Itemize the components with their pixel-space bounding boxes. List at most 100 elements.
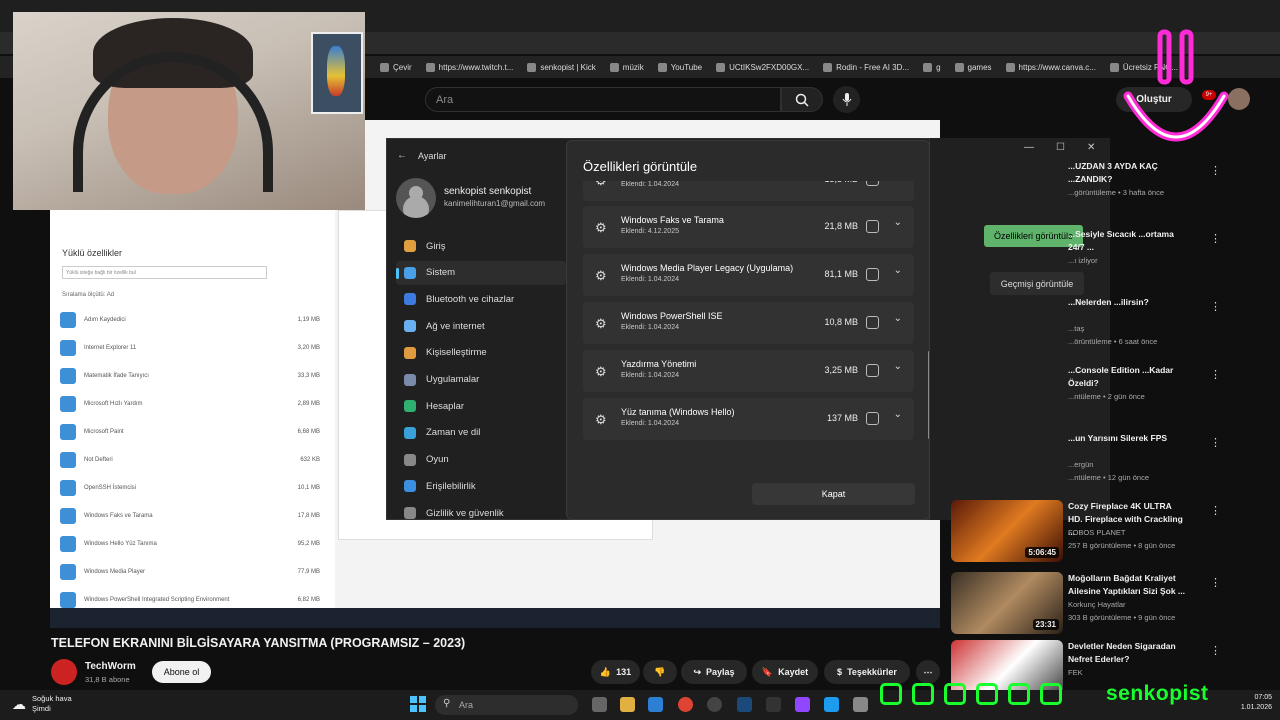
search-input[interactable]: Ara xyxy=(425,87,781,112)
recommendation-item[interactable]: 23:31 Moğolların Bağdat Kraliyet Ailesine… xyxy=(948,572,1280,636)
chevron-down-icon[interactable]: ⌄ xyxy=(894,313,902,324)
dislike-button[interactable]: 👎 xyxy=(643,660,677,684)
nav-item[interactable]: Kişiselleştirme xyxy=(396,341,566,365)
channel-name[interactable]: TechWorm xyxy=(85,661,136,672)
twitch-icon[interactable] xyxy=(795,697,810,712)
more-vert-icon[interactable]: ⋮ xyxy=(1210,504,1221,517)
chevron-down-icon[interactable]: ⌄ xyxy=(894,409,902,420)
feature-checkbox[interactable] xyxy=(866,316,879,329)
minimize-icon[interactable]: — xyxy=(1024,142,1034,158)
channel-avatar[interactable] xyxy=(51,659,77,685)
bookmark-item[interactable]: https://www.twitch.t... xyxy=(425,62,513,72)
nav-item[interactable]: Giriş xyxy=(396,234,566,258)
more-actions-button[interactable]: ⋯ xyxy=(916,660,940,684)
chevron-down-icon[interactable]: ⌄ xyxy=(894,361,902,372)
recommendation-title[interactable]: ...UZDAN 3 AYDA KAÇ ...ZANDIK? xyxy=(1068,160,1188,186)
bookmark-item[interactable]: UCtIKSw2FXD00GX... xyxy=(716,62,809,72)
file-explorer-icon[interactable] xyxy=(620,697,635,712)
steam-icon[interactable] xyxy=(737,697,752,712)
nav-item[interactable]: Bluetooth ve cihazlar xyxy=(396,287,566,311)
app-icon-2[interactable] xyxy=(824,697,839,712)
recommendation-channel[interactable]: Korkunç Hayatlar xyxy=(1068,600,1126,609)
bookmark-item[interactable]: senkopist | Kick xyxy=(527,62,596,72)
recommendation-item[interactable]: ...UZDAN 3 AYDA KAÇ ...ZANDIK? ...görüntü… xyxy=(948,160,1280,224)
chevron-down-icon[interactable]: ⌄ xyxy=(894,217,902,228)
recommendation-title[interactable]: ...un Yarısını Silerek FPS xyxy=(1068,432,1188,445)
feature-checkbox[interactable] xyxy=(866,412,879,425)
bookmark-item[interactable]: https://www.canva.c... xyxy=(1005,62,1096,72)
start-icon[interactable] xyxy=(410,696,426,712)
back-arrow-icon[interactable]: ← xyxy=(397,150,407,161)
modal-scrollbar[interactable] xyxy=(928,351,929,439)
more-vert-icon[interactable]: ⋮ xyxy=(1210,644,1221,657)
nav-item[interactable]: Erişilebilirlik xyxy=(396,474,566,498)
voice-search-button[interactable] xyxy=(833,86,860,113)
save-button[interactable]: 🔖 Kaydet xyxy=(752,660,818,684)
subscribe-button[interactable]: Abone ol xyxy=(152,661,211,683)
more-vert-icon[interactable]: ⋮ xyxy=(1210,300,1221,313)
more-vert-icon[interactable]: ⋮ xyxy=(1210,576,1221,589)
bookmark-item[interactable]: Rodin - Free AI 3D... xyxy=(823,62,909,72)
search-button[interactable] xyxy=(781,87,823,112)
recommendation-item[interactable]: ...Console Edition ...Kadar Özeldi? ...nt… xyxy=(948,364,1280,428)
taskbar-search[interactable]: Ara xyxy=(435,695,578,715)
share-button[interactable]: ↪ Paylaş xyxy=(681,660,747,684)
nav-item[interactable]: Ağ ve internet xyxy=(396,314,566,338)
close-icon[interactable]: ✕ xyxy=(1087,142,1095,158)
feature-checkbox[interactable] xyxy=(866,268,879,281)
chrome-icon[interactable] xyxy=(678,697,693,712)
app-icon[interactable] xyxy=(707,697,722,712)
nav-item[interactable]: Gizlilik ve güvenlik xyxy=(396,501,566,525)
recommendation-title[interactable]: ...Nelerden ...ilirsin? xyxy=(1068,296,1188,309)
nav-item[interactable]: Hesaplar xyxy=(396,394,566,418)
weather-widget[interactable]: Soğuk hava Şimdi xyxy=(32,694,72,714)
bookmark-item[interactable]: YouTube xyxy=(657,62,702,72)
nav-item[interactable]: Sistem xyxy=(396,260,566,285)
feature-checkbox[interactable] xyxy=(866,181,879,186)
bookmark-item[interactable]: müzik xyxy=(609,62,644,72)
nav-item[interactable]: Zaman ve dil xyxy=(396,421,566,445)
more-vert-icon[interactable]: ⋮ xyxy=(1210,368,1221,381)
nav-item[interactable]: Uygulamalar xyxy=(396,368,566,392)
video-thumbnail[interactable]: 23:31 xyxy=(951,572,1063,634)
more-vert-icon[interactable]: ⋮ xyxy=(1210,436,1221,449)
more-vert-icon[interactable]: ⋮ xyxy=(1210,164,1221,177)
bookmark-item[interactable]: g xyxy=(923,62,941,72)
bookmark-item[interactable]: games xyxy=(954,62,992,72)
thanks-button[interactable]: $ Teşekkürler xyxy=(824,660,910,684)
nav-item[interactable]: Oyun xyxy=(396,448,566,472)
system-clock[interactable]: 07:05 1.01.2026 xyxy=(1218,693,1272,713)
recommendation-channel[interactable]: ...taş xyxy=(1068,324,1084,333)
feature-row[interactable]: ⚙ Yüz tanıma (Windows Hello) Eklendi: 1.04… xyxy=(583,398,914,440)
recommendation-channel[interactable]: ...ı izliyor xyxy=(1068,256,1098,265)
recommendation-item[interactable]: ...Sesiyle Sıcacık ...ortama 24/7 ......… xyxy=(948,228,1280,292)
recommendation-title[interactable]: ...Console Edition ...Kadar Özeldi? xyxy=(1068,364,1188,390)
recommendation-channel[interactable]: FOBOS PLANET xyxy=(1068,528,1126,537)
feature-row[interactable]: ⚙ Yazdırma Yönetimi Eklendi: 1.04.2024 3,25… xyxy=(583,350,914,392)
recommendation-title[interactable]: Devletler Neden Sigaradan Nefret Ederler… xyxy=(1068,640,1188,666)
feature-row[interactable]: ⚙ Windows PowerShell ISE Eklendi: 1.04.202… xyxy=(583,302,914,344)
chevron-down-icon[interactable]: ⌄ xyxy=(894,265,902,276)
recommendation-channel[interactable]: FEK xyxy=(1068,668,1083,677)
recommendation-channel[interactable]: ...ergün xyxy=(1068,460,1093,469)
feature-row[interactable]: ⚙ Windows Faks ve Tarama Eklendi: 4.12.202… xyxy=(583,206,914,248)
recommendation-item[interactable]: 5:06:45 Cozy Fireplace 4K ULTRA HD. Firep… xyxy=(948,500,1280,564)
like-button[interactable]: 👍 131 xyxy=(591,660,640,684)
settings-gear-icon[interactable] xyxy=(853,697,868,712)
epic-games-icon[interactable] xyxy=(766,697,781,712)
feature-row[interactable]: ⚙WMICEklendi: 1.04.202413,3 MB⌄ xyxy=(583,181,914,201)
feature-row[interactable]: ⚙ Windows Media Player Legacy (Uygulama) E… xyxy=(583,254,914,296)
maximize-icon[interactable]: ☐ xyxy=(1056,142,1065,158)
bookmark-item[interactable]: Çevir xyxy=(380,62,412,72)
feature-checkbox[interactable] xyxy=(866,220,879,233)
task-view-icon[interactable] xyxy=(592,697,607,712)
feature-checkbox[interactable] xyxy=(866,364,879,377)
recommendation-title[interactable]: Moğolların Bağdat Kraliyet Ailesine Yapt… xyxy=(1068,572,1188,598)
store-icon[interactable] xyxy=(648,697,663,712)
close-button[interactable]: Kapat xyxy=(752,483,915,505)
recommendation-title[interactable]: ...Sesiyle Sıcacık ...ortama 24/7 ... xyxy=(1068,228,1188,254)
recommendation-item[interactable]: ...Nelerden ...ilirsin? ...taş ...örüntüle… xyxy=(948,296,1280,360)
recommendation-item[interactable]: ...un Yarısını Silerek FPS ...ergün ...ntü… xyxy=(948,432,1280,496)
more-vert-icon[interactable]: ⋮ xyxy=(1210,232,1221,245)
video-thumbnail[interactable]: 5:06:45 xyxy=(951,500,1063,562)
